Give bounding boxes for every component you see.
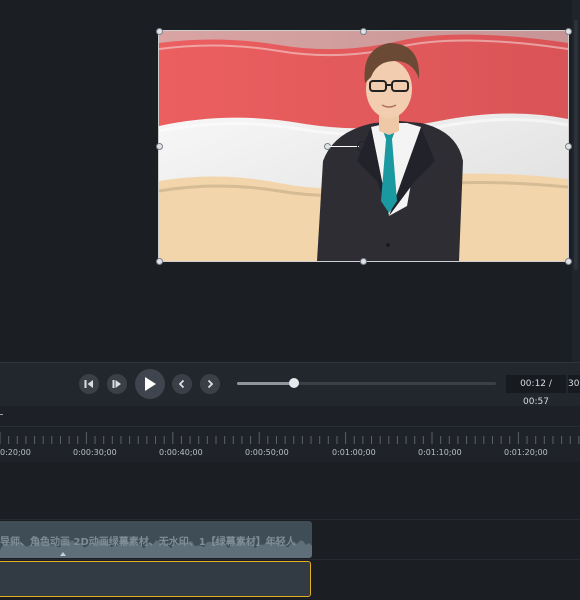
ruler-label: 0:00:30;00 [73, 448, 117, 457]
resize-handle-top[interactable] [360, 28, 367, 35]
chevron-right-icon [207, 379, 214, 389]
resize-handle-left[interactable] [156, 143, 163, 150]
resize-handle-bottom[interactable] [360, 258, 367, 265]
resize-handle-top-left[interactable] [156, 28, 163, 35]
resize-handle-right[interactable] [565, 143, 572, 150]
resize-handle-bottom-left[interactable] [156, 258, 163, 265]
ruler-ticks [0, 432, 580, 444]
frame-rate-field[interactable]: 30 [568, 375, 580, 393]
previous-marker-button[interactable] [172, 374, 192, 394]
time-display: 00:12 / 00:57 [506, 375, 566, 407]
play-icon [145, 377, 156, 391]
step-forward-button[interactable] [107, 374, 127, 394]
play-button[interactable] [135, 369, 165, 399]
resize-handle-bottom-right[interactable] [565, 258, 572, 265]
timeline-ruler[interactable]: 0:20;00 0:00:30;00 0:00:40;00 0:00:50;00… [0, 428, 580, 462]
ruler-label: 0:01:10;00 [418, 448, 462, 457]
step-back-icon [84, 380, 93, 388]
step-back-button[interactable] [79, 374, 99, 394]
next-marker-button[interactable] [200, 374, 220, 394]
scrubber-progress [237, 382, 294, 385]
step-forward-icon [112, 380, 121, 388]
ruler-label: 0:00:50;00 [245, 448, 289, 457]
resize-handle-top-right[interactable] [565, 28, 572, 35]
track-divider [0, 559, 580, 560]
ruler-label: 0:01:20;00 [504, 448, 548, 457]
anchor-point[interactable] [357, 141, 368, 152]
canvas-scrollbar-thumb[interactable] [574, 20, 578, 270]
scrubber-handle[interactable] [288, 378, 299, 388]
chevron-left-icon [178, 379, 185, 389]
rotate-handle-line [329, 146, 359, 147]
ruler-label: 0:01:00;00 [332, 448, 376, 457]
ruler-label: 0:20;00 [0, 448, 31, 457]
selected-video-clip[interactable] [0, 561, 311, 597]
ruler-label: 0:00:40;00 [159, 448, 203, 457]
timeline-toolbar [0, 406, 580, 427]
clip-expand-caret[interactable] [60, 552, 66, 556]
clip-title: 导师、角色动画 2D动画绿幕素材、无水印、1【绿幕素材】年轻人 [0, 537, 296, 548]
timeline-marker [0, 414, 3, 415]
track-divider [0, 519, 580, 520]
